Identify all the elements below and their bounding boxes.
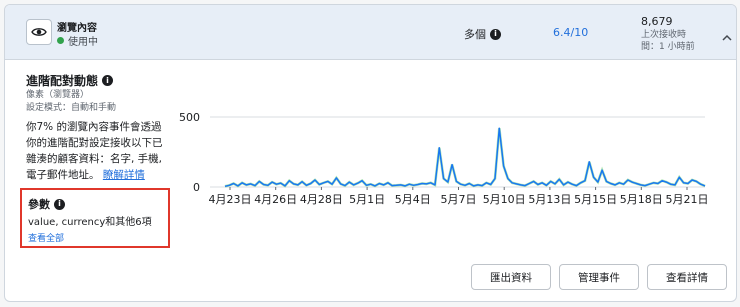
event-line-chart: 0500 4月23日 4月26日 4月28日 5月1日 5月4日 5月7日 5月10日 5月1… bbox=[179, 111, 709, 206]
series-line bbox=[224, 127, 706, 188]
parameters-title-text: 參數 bbox=[28, 198, 50, 211]
learn-more-link[interactable]: 瞭解詳情 bbox=[103, 169, 145, 181]
event-name: 瀏覽內容 bbox=[57, 23, 97, 34]
description: 你7% 的瀏覽內容事件會透過你的進階配對設定接收以下已雜湊的顧客資料：名字, 手… bbox=[26, 119, 171, 183]
x-tick-label: 4月28日 bbox=[300, 193, 343, 206]
export-data-button[interactable]: 匯出資料 bbox=[471, 264, 551, 290]
last-received: 上次接收時 間：1 小時前 bbox=[641, 29, 695, 53]
series-line-shadow bbox=[224, 128, 706, 188]
x-tick-label: 5月21日 bbox=[666, 193, 709, 206]
eye-icon bbox=[26, 19, 52, 45]
manage-events-button[interactable]: 管理事件 bbox=[559, 264, 639, 290]
parameters-section: 參數 i value, currency和其他6項 查看全部 bbox=[20, 188, 170, 248]
x-tick-label: 5月15日 bbox=[574, 193, 617, 206]
panel-subtitle: 像素（瀏覽器） bbox=[26, 90, 90, 100]
x-tick-label: 5月7日 bbox=[441, 193, 477, 206]
y-tick-label: 0 bbox=[193, 181, 200, 194]
setup-mode: 設定模式：自動和手動 bbox=[26, 103, 117, 113]
x-tick-label: 5月18日 bbox=[620, 193, 663, 206]
view-details-button[interactable]: 查看詳情 bbox=[647, 264, 727, 290]
x-tick-label: 5月10日 bbox=[483, 193, 526, 206]
sources-value: 多個 bbox=[464, 28, 486, 41]
parameters-title: 參數 i bbox=[28, 196, 65, 212]
info-icon[interactable]: i bbox=[490, 28, 501, 40]
x-tick-label: 5月4日 bbox=[395, 193, 431, 206]
chevron-up-icon[interactable] bbox=[722, 27, 732, 46]
see-all-link[interactable]: 查看全部 bbox=[28, 231, 64, 244]
x-tick-label: 4月23日 bbox=[209, 193, 252, 206]
parameters-values: value, currency和其他6項 bbox=[28, 217, 152, 228]
x-tick-label: 5月13日 bbox=[528, 193, 571, 206]
event-status: 使用中 bbox=[57, 33, 98, 48]
x-tick-label: 4月26日 bbox=[254, 193, 297, 206]
info-icon[interactable]: i bbox=[54, 198, 65, 210]
match-score[interactable]: 6.4/10 bbox=[553, 26, 588, 39]
x-tick-label: 5月1日 bbox=[349, 193, 385, 206]
sources-cell: 多個 i bbox=[464, 26, 501, 42]
event-status-label: 使用中 bbox=[68, 37, 98, 48]
info-icon[interactable]: i bbox=[102, 75, 114, 86]
y-tick-label: 500 bbox=[179, 111, 200, 124]
last-received-label: 上次接收時 bbox=[641, 30, 687, 40]
event-count: 8,679 bbox=[641, 15, 673, 28]
last-received-value: 間：1 小時前 bbox=[641, 42, 695, 52]
status-dot-icon bbox=[57, 37, 64, 44]
event-card: 瀏覽內容 使用中 多個 i 6.4/10 8,679 上次接收時 間：1 小時前… bbox=[4, 4, 737, 302]
event-header[interactable]: 瀏覽內容 使用中 多個 i 6.4/10 8,679 上次接收時 間：1 小時前 bbox=[5, 5, 736, 60]
